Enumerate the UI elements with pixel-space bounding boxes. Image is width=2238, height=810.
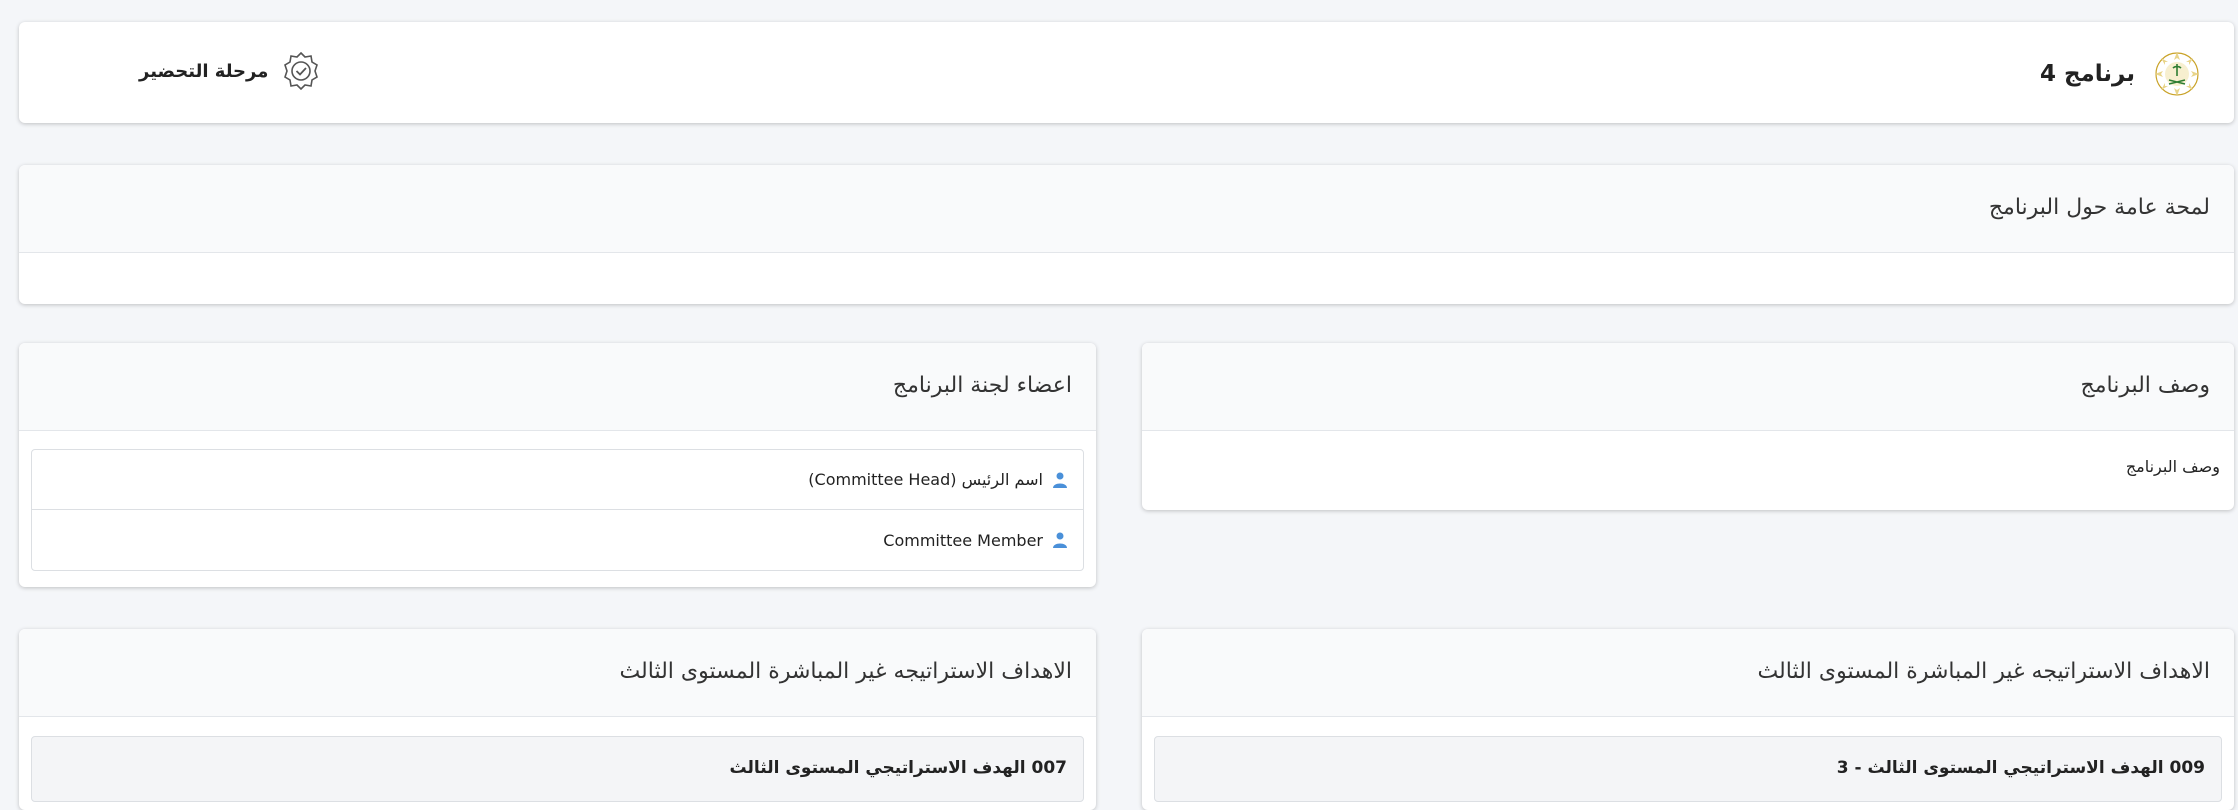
committee-card: اعضاء لجنة البرنامج اسم الرئيس (Committe… [19,343,1096,587]
phase-indicator: مرحلة التحضير [139,50,322,92]
goal-item[interactable]: 007 الهدف الاستراتيجي المستوى الثالث [31,736,1084,802]
overview-title: لمحة عامة حول البرنامج [1988,195,2210,220]
description-title: وصف البرنامج [2080,373,2210,398]
goals-card-header: الاهداف الاستراتيجه غير المباشرة المستوى… [1142,629,2234,717]
committee-card-header: اعضاء لجنة البرنامج [19,343,1096,431]
saudi-emblem-icon [2155,52,2199,96]
overview-card-header: لمحة عامة حول البرنامج [19,165,2234,253]
description-body: وصف البرنامج [2125,457,2220,476]
program-title: برنامج 4 [2039,61,2135,87]
committee-title: اعضاء لجنة البرنامج [892,373,1072,398]
description-card: وصف البرنامج وصف البرنامج [1142,343,2234,510]
committee-member-list: اسم الرئيس (Committee Head) Committee Me… [31,449,1084,571]
user-icon [1053,532,1067,548]
strategic-goals-card-left: الاهداف الاستراتيجه غير المباشرة المستوى… [19,629,1096,810]
list-item[interactable]: Committee Member [32,510,1083,570]
overview-card: لمحة عامة حول البرنامج [19,165,2234,304]
program-header: برنامج 4 مرحلة التحضير [19,22,2234,123]
strategic-goals-card-right: الاهداف الاستراتيجه غير المباشرة المستوى… [1142,629,2234,810]
badge-check-icon [284,51,319,91]
member-name: Committee Member [883,530,1043,550]
description-card-header: وصف البرنامج [1142,343,2234,431]
phase-label: مرحلة التحضير [139,60,269,82]
list-item[interactable]: اسم الرئيس (Committee Head) [32,450,1083,510]
goal-item[interactable]: 009 الهدف الاستراتيجي المستوى الثالث - 3 [1154,736,2222,802]
goals-title: الاهداف الاستراتيجه غير المباشرة المستوى… [619,659,1072,684]
goals-card-header: الاهداف الاستراتيجه غير المباشرة المستوى… [19,629,1096,717]
goal-item-label: 007 الهدف الاستراتيجي المستوى الثالث [729,758,1068,778]
program-title-group: برنامج 4 [2040,50,2201,98]
goal-item-label: 009 الهدف الاستراتيجي المستوى الثالث - 3 [1836,758,2205,778]
goals-title: الاهداف الاستراتيجه غير المباشرة المستوى… [1757,659,2210,684]
member-name: اسم الرئيس (Committee Head) [808,470,1043,489]
user-icon [1053,472,1067,488]
